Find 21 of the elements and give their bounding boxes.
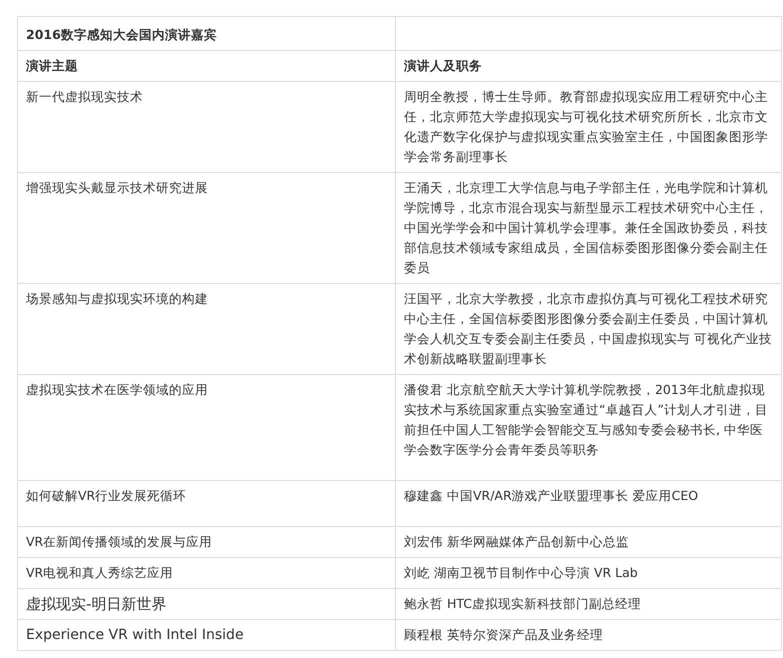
table-cell: 刘屹 湖南卫视节目制作中心导演 VR Lab (396, 558, 782, 589)
table-cell: 场景感知与虚拟现实环境的构建 (18, 284, 396, 375)
table-cell: 鲍永哲 HTC虚拟现实新科技部门副总经理 (396, 589, 782, 620)
table-cell: VR电视和真人秀综艺应用 (18, 558, 396, 589)
table-cell: 穆建鑫 中国VR/AR游戏产业联盟理事长 爱应用CEO (396, 481, 782, 527)
table-cell: 顾程根 英特尔资深产品及业务经理 (396, 620, 782, 651)
table-cell: 刘宏伟 新华网融媒体产品创新中心总监 (396, 527, 782, 558)
table-cell: 汪国平，北京大学教授，北京市虚拟仿真与可视化工程技术研究中心主任，全国信标委图形图像分委会副主任委员，中国计算机学会人机交互专委会副主任委员，中国虚拟现实与 可视化产业技术创新战略联盟副理事长 (396, 284, 782, 375)
table-cell: 虚拟现实技术在医学领域的应用 (18, 375, 396, 481)
table-cell: 增强现实头戴显示技术研究进展 (18, 173, 396, 284)
table-title: 2016数字感知大会国内演讲嘉宾 (18, 17, 396, 51)
table-cell: VR在新闻传播领域的发展与应用 (18, 527, 396, 558)
table-cell: 周明全教授，博士生导师。教育部虚拟现实应用工程研究中心主任，北京师范大学虚拟现实与可视化技术研究所所长，北京市文化遗产数字化保护与虚拟现实重点实验室主任，中国图象图形学学会常务副理事长 (396, 82, 782, 173)
table-cell: 虚拟现实-明日新世界 (18, 589, 396, 620)
table-cell: 潘俊君 北京航空航天大学计算机学院教授，2013年北航虚拟现实技术与系统国家重点实验室通过“卓越百人”计划人才引进，目前担任中国人工智能学会智能交互与感知专委会秘书长, 中华医学会数字医学分会青年委员等职务 (396, 375, 782, 481)
column-header: 演讲主题 (18, 51, 396, 82)
table-cell: 王涌天，北京理工大学信息与电子学部主任，光电学院和计算机学院博导，北京市混合现实与新型显示工程技术研究中心主任，中国光学学会和中国计算机学会理事。兼任全国政协委员，科技部信息技术领域专家组成员，全国信标委图形图像分委会副主任委员 (396, 173, 782, 284)
table-cell: Experience VR with Intel Inside (18, 620, 396, 651)
table-cell: 如何破解VR行业发展死循环 (18, 481, 396, 527)
table-cell: 新一代虚拟现实技术 (18, 82, 396, 173)
column-header: 演讲人及职务 (396, 51, 782, 82)
